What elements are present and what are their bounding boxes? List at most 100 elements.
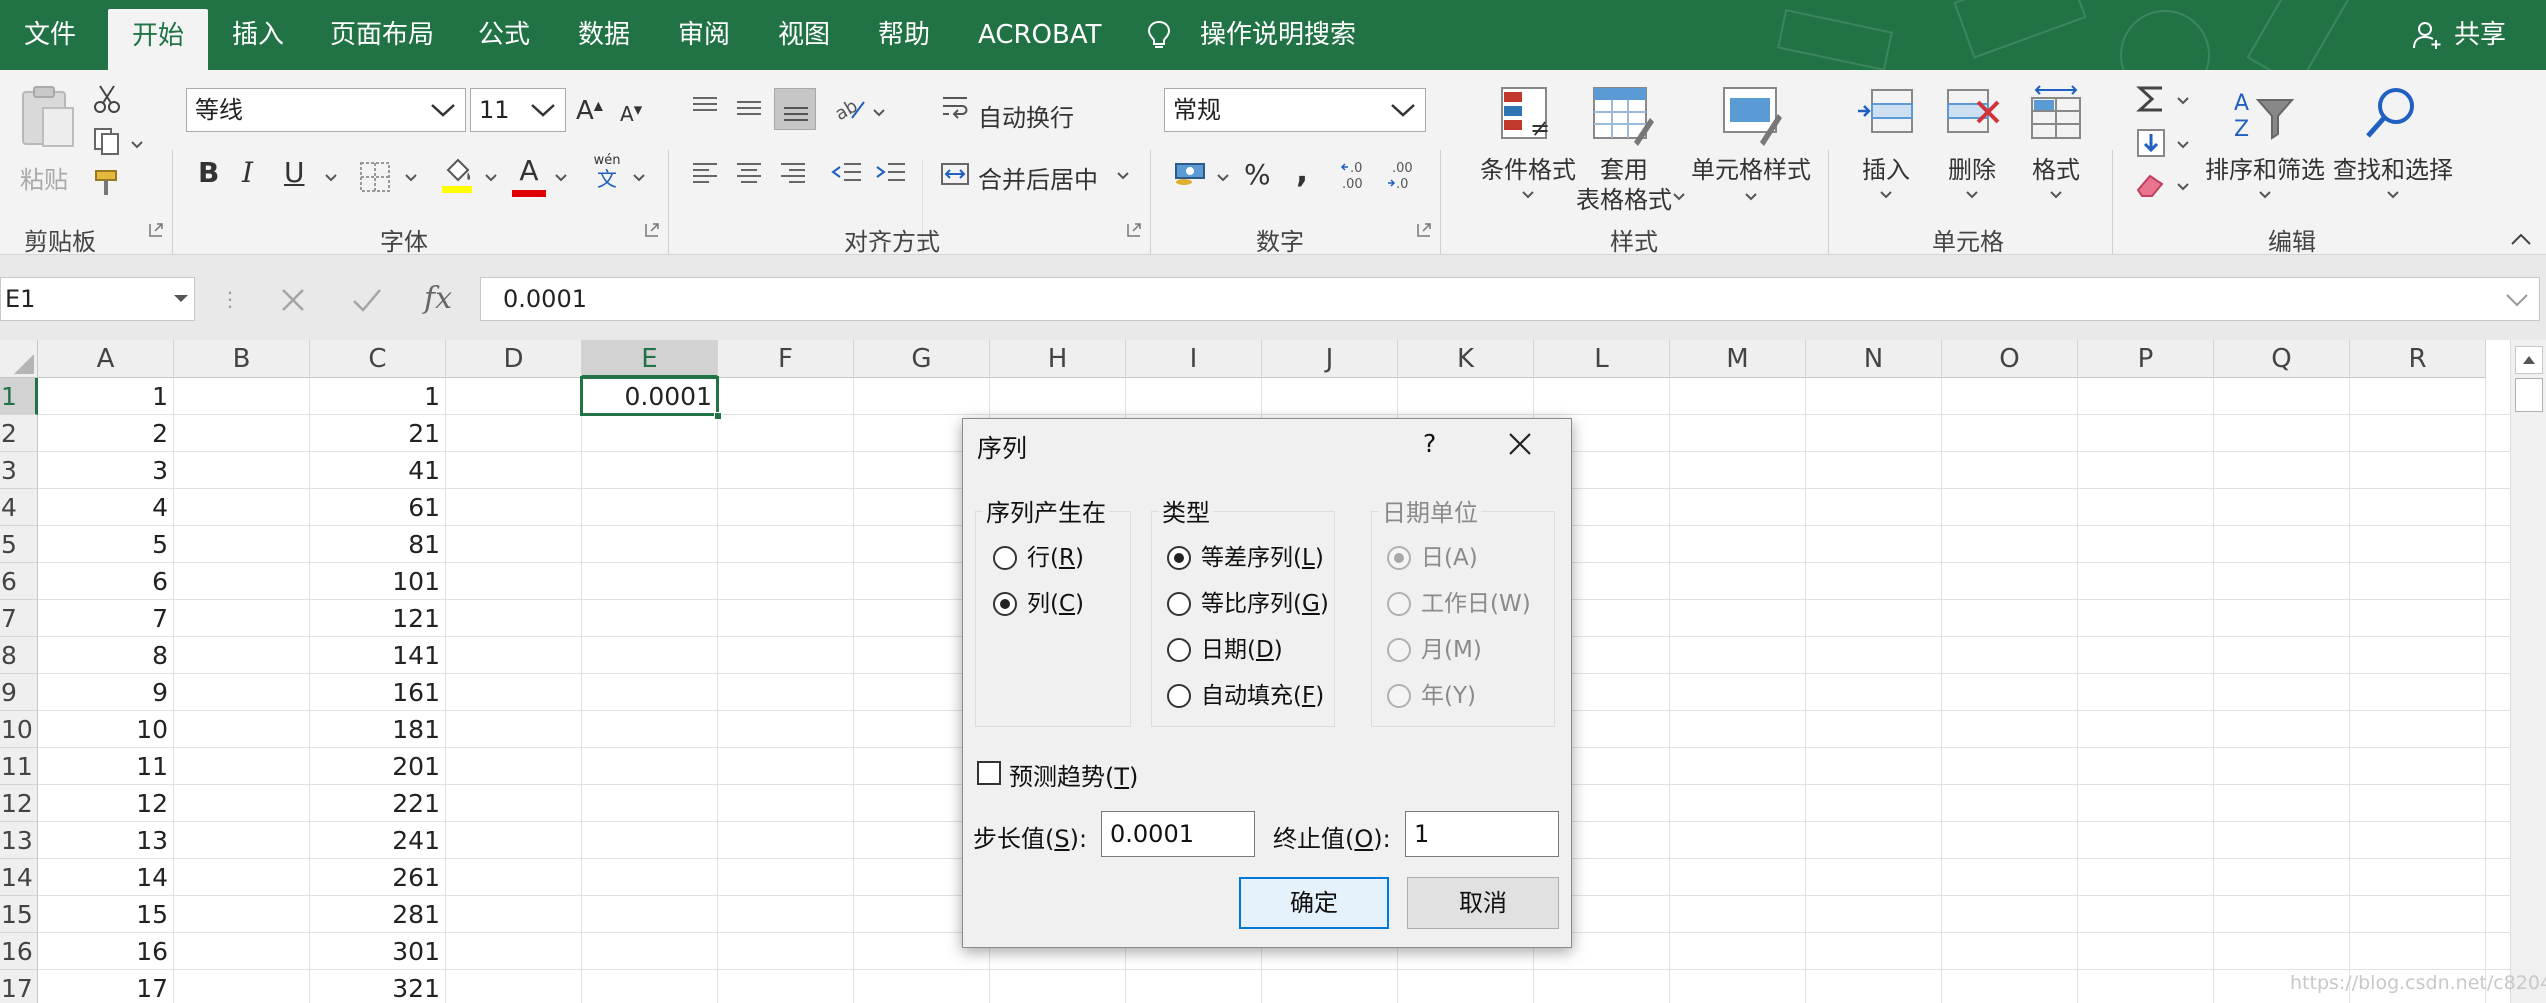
cell-c6[interactable]: 101 — [310, 563, 446, 600]
column-header-r[interactable]: R — [2350, 340, 2486, 378]
cell-a11[interactable]: 11 — [38, 748, 174, 785]
stop-value-input[interactable]: 1 — [1405, 811, 1559, 857]
chevron-down-icon[interactable] — [173, 294, 189, 304]
cell-c16[interactable]: 301 — [310, 933, 446, 970]
cell-c11[interactable]: 201 — [310, 748, 446, 785]
dialog-launcher-icon[interactable] — [644, 222, 660, 238]
cell-a15[interactable]: 15 — [38, 896, 174, 933]
cell-c3[interactable]: 41 — [310, 452, 446, 489]
cell-a8[interactable]: 8 — [38, 637, 174, 674]
borders-icon[interactable] — [358, 160, 392, 194]
cell-c2[interactable]: 21 — [310, 415, 446, 452]
cell-c10[interactable]: 181 — [310, 711, 446, 748]
column-header-c[interactable]: C — [310, 340, 446, 378]
column-header-p[interactable]: P — [2078, 340, 2214, 378]
confirm-entry-icon[interactable] — [352, 287, 382, 313]
number-format-combobox[interactable]: 常规 — [1164, 88, 1426, 132]
wrap-text-icon[interactable] — [940, 92, 970, 122]
column-header-q[interactable]: Q — [2214, 340, 2350, 378]
merge-center-icon[interactable] — [940, 160, 970, 188]
row-header-5[interactable]: 5 — [0, 526, 38, 563]
cell-c4[interactable]: 61 — [310, 489, 446, 526]
name-box[interactable]: E1 — [0, 277, 195, 321]
formula-input[interactable]: 0.0001 — [480, 277, 2540, 321]
chevron-down-icon[interactable] — [2176, 96, 2190, 106]
align-top-icon[interactable] — [690, 94, 720, 122]
dialog-launcher-icon[interactable] — [1126, 222, 1142, 238]
autosum-sigma-icon[interactable] — [2134, 82, 2168, 116]
insert-cells-button[interactable]: 插入 — [1850, 84, 1922, 214]
chevron-down-icon[interactable] — [529, 101, 557, 119]
tab-home[interactable]: 开始 — [108, 9, 209, 70]
text-orientation-icon[interactable]: ab — [834, 94, 868, 122]
format-as-table-button[interactable]: 套用 表格格式 — [1564, 84, 1685, 214]
decrease-decimal-icon[interactable]: .00 .0 — [1386, 158, 1422, 192]
tab-file[interactable]: 文件 — [0, 0, 100, 70]
cell-a12[interactable]: 12 — [38, 785, 174, 822]
decrease-indent-icon[interactable] — [830, 160, 864, 188]
accounting-format-icon[interactable] — [1174, 158, 1208, 188]
italic-button[interactable]: I — [242, 156, 253, 189]
font-color-button[interactable]: A — [512, 154, 546, 198]
phonetic-guide-button[interactable]: wén 文 — [590, 154, 624, 191]
row-header-9[interactable]: 9 — [0, 674, 38, 711]
row-header-4[interactable]: 4 — [0, 489, 38, 526]
align-left-icon[interactable] — [690, 160, 720, 188]
cell-c13[interactable]: 241 — [310, 822, 446, 859]
scroll-thumb[interactable] — [2515, 378, 2543, 412]
chevron-down-icon[interactable] — [130, 140, 144, 150]
wrap-text-button[interactable]: 自动换行 — [978, 98, 1074, 133]
align-middle-icon[interactable] — [734, 94, 764, 122]
tab-formulas[interactable]: 公式 — [454, 0, 554, 70]
fill-color-icon[interactable] — [440, 156, 474, 194]
column-header-n[interactable]: N — [1806, 340, 1942, 378]
chevron-down-icon[interactable] — [404, 173, 418, 183]
tab-view[interactable]: 视图 — [754, 0, 854, 70]
column-header-b[interactable]: B — [174, 340, 310, 378]
cell-a14[interactable]: 14 — [38, 859, 174, 896]
chevron-down-icon[interactable] — [872, 108, 886, 118]
column-header-g[interactable]: G — [854, 340, 990, 378]
scissors-cut-icon[interactable] — [92, 84, 122, 114]
shrink-font-button[interactable]: A▼ — [620, 102, 642, 126]
fill-handle[interactable] — [714, 412, 722, 420]
row-header-2[interactable]: 2 — [0, 415, 38, 452]
cell-a10[interactable]: 10 — [38, 711, 174, 748]
step-value-input[interactable]: 0.0001 — [1101, 811, 1255, 857]
row-header-13[interactable]: 13 — [0, 822, 38, 859]
chevron-down-icon[interactable] — [429, 101, 457, 119]
cell-c1[interactable]: 1 — [310, 378, 446, 415]
cancel-button[interactable]: 取消 — [1407, 877, 1559, 929]
chevron-down-icon[interactable] — [484, 173, 498, 183]
column-header-l[interactable]: L — [1534, 340, 1670, 378]
chevron-down-icon[interactable] — [554, 173, 568, 183]
column-header-a[interactable]: A — [38, 340, 174, 378]
cell-a13[interactable]: 13 — [38, 822, 174, 859]
merge-center-button[interactable]: 合并后居中 — [978, 160, 1098, 195]
column-header-j[interactable]: J — [1262, 340, 1398, 378]
chevron-down-icon[interactable] — [1389, 101, 1417, 119]
row-header-3[interactable]: 3 — [0, 452, 38, 489]
column-header-m[interactable]: M — [1670, 340, 1806, 378]
row-header-10[interactable]: 10 — [0, 711, 38, 748]
cell-a16[interactable]: 16 — [38, 933, 174, 970]
increase-indent-icon[interactable] — [874, 160, 908, 188]
copy-icon[interactable] — [92, 126, 122, 156]
chevron-down-icon[interactable] — [2176, 140, 2190, 150]
row-header-16[interactable]: 16 — [0, 933, 38, 970]
align-bottom-button[interactable] — [774, 88, 816, 130]
format-painter-icon[interactable] — [92, 168, 122, 198]
tab-acrobat[interactable]: ACROBAT — [954, 0, 1126, 70]
column-header-k[interactable]: K — [1398, 340, 1534, 378]
format-cells-button[interactable]: 格式 — [2020, 84, 2092, 214]
row-header-7[interactable]: 7 — [0, 600, 38, 637]
paste-button[interactable]: 粘贴 — [12, 84, 82, 194]
cell-c15[interactable]: 281 — [310, 896, 446, 933]
tab-help[interactable]: 帮助 — [854, 0, 954, 70]
cell-a17[interactable]: 17 — [38, 970, 174, 1003]
cell-c9[interactable]: 161 — [310, 674, 446, 711]
chevron-down-icon[interactable] — [1216, 173, 1230, 183]
trend-checkbox[interactable] — [977, 761, 1001, 785]
column-header-i[interactable]: I — [1126, 340, 1262, 378]
row-header-14[interactable]: 14 — [0, 859, 38, 896]
